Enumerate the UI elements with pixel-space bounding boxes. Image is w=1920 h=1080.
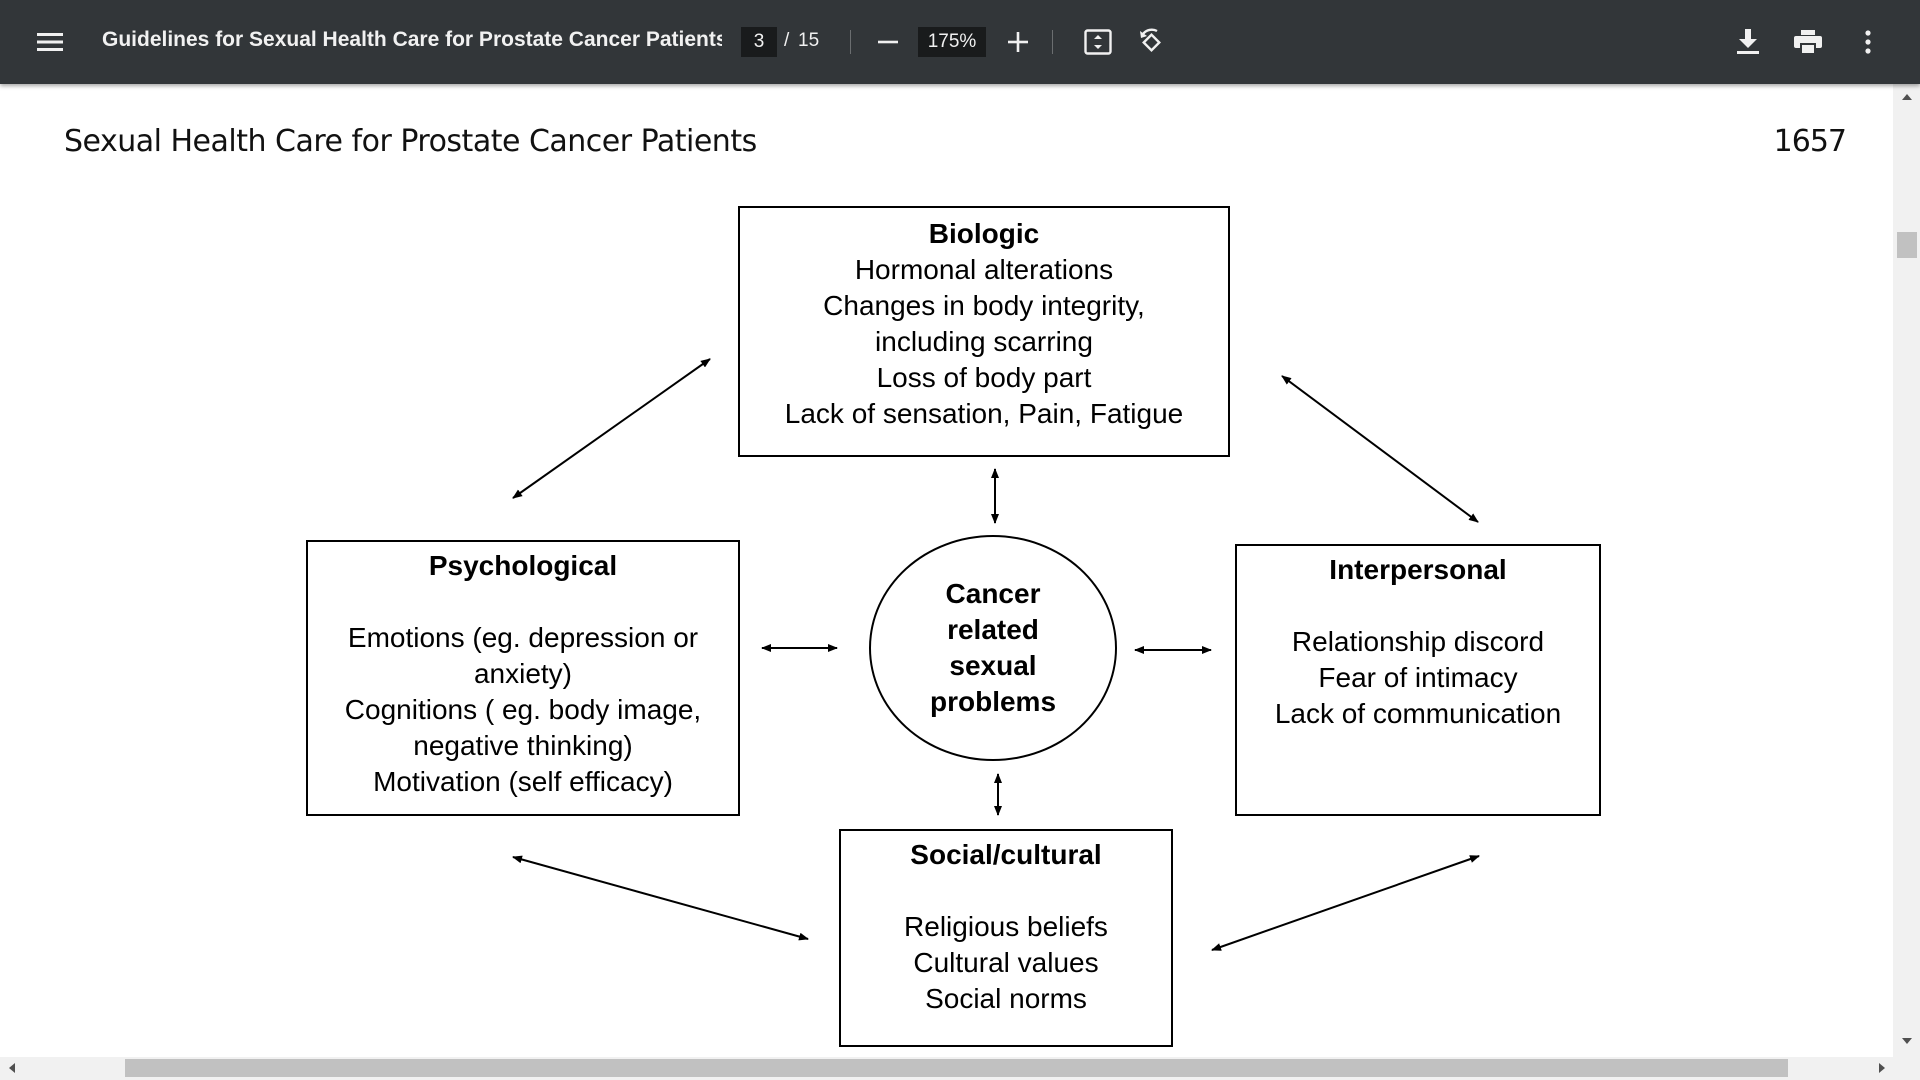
- download-icon[interactable]: [1726, 20, 1770, 64]
- scroll-right-arrow-icon[interactable]: [1872, 1059, 1892, 1077]
- more-vert-icon[interactable]: [1846, 20, 1890, 64]
- interpersonal-line: Lack of communication: [1274, 698, 1562, 729]
- social-line: Social norms: [925, 983, 1087, 1014]
- center-line: problems: [929, 686, 1057, 717]
- menu-icon[interactable]: [28, 20, 72, 64]
- center-line: Cancer: [945, 578, 1041, 609]
- toolbar-divider: [850, 30, 851, 54]
- scroll-up-arrow-icon[interactable]: [1897, 88, 1917, 106]
- arrow-psych-social: [512, 855, 809, 941]
- social-heading: Social/cultural: [910, 839, 1102, 870]
- interpersonal-line: Relationship discord: [1291, 626, 1545, 657]
- arrow-social-inter: [1211, 855, 1480, 951]
- arrow-biologic-inter: [1281, 375, 1479, 523]
- biologic-line: Hormonal alterations: [854, 254, 1114, 285]
- scroll-down-arrow-icon[interactable]: [1897, 1032, 1917, 1050]
- biologic-line: including scarring: [875, 326, 1093, 357]
- page-separator: /: [784, 30, 790, 51]
- social-line: Cultural values: [913, 947, 1099, 978]
- center-line: related: [947, 614, 1039, 645]
- social-line: Religious beliefs: [904, 911, 1108, 942]
- center-line: sexual: [949, 650, 1037, 681]
- social-cultural-box: Social/cultural Religious beliefs Cultur…: [839, 829, 1173, 1047]
- document-title: Guidelines for Sexual Health Care for Pr…: [102, 28, 722, 51]
- psychological-box: Psychological Emotions (eg. depression o…: [306, 540, 740, 816]
- rotate-icon[interactable]: [1129, 20, 1173, 64]
- page-number-input[interactable]: [741, 27, 777, 57]
- interpersonal-heading: Interpersonal: [1329, 554, 1507, 585]
- biologic-line: Loss of body part: [876, 362, 1092, 393]
- biologic-heading: Biologic: [928, 218, 1040, 249]
- biologic-box: Biologic Hormonal alterations Changes in…: [738, 206, 1230, 457]
- biologic-line: Changes in body integrity,: [823, 290, 1145, 321]
- psychological-line: negative thinking): [413, 730, 633, 761]
- center-circle: Cancer related sexual problems: [869, 535, 1117, 761]
- interpersonal-line: Fear of intimacy: [1318, 662, 1518, 693]
- print-icon[interactable]: [1786, 20, 1830, 64]
- horizontal-scrollbar-thumb[interactable]: [125, 1059, 1788, 1077]
- fit-page-icon[interactable]: [1076, 20, 1120, 64]
- total-pages: 15: [798, 30, 820, 51]
- vertical-scrollbar-thumb[interactable]: [1897, 232, 1917, 258]
- psychological-heading: Psychological: [428, 550, 618, 581]
- zoom-out-icon[interactable]: [866, 20, 910, 64]
- biologic-line: Lack of sensation, Pain, Fatigue: [784, 398, 1184, 429]
- vertical-scrollbar[interactable]: [1893, 84, 1920, 1057]
- zoom-input[interactable]: [918, 27, 986, 57]
- psychological-line: Motivation (self efficacy): [373, 766, 673, 797]
- psychological-line: anxiety): [473, 658, 573, 689]
- scroll-left-arrow-icon[interactable]: [2, 1059, 22, 1077]
- page-running-title: Sexual Health Care for Prostate Cancer P…: [64, 124, 757, 159]
- page-number: 1657: [1773, 124, 1847, 159]
- zoom-in-icon[interactable]: [996, 20, 1040, 64]
- psychological-line: Cognitions ( eg. body image,: [344, 694, 702, 725]
- pdf-toolbar: Guidelines for Sexual Health Care for Pr…: [0, 0, 1920, 84]
- toolbar-divider: [1052, 30, 1053, 54]
- interpersonal-box: Interpersonal Relationship discord Fear …: [1235, 544, 1601, 816]
- psychological-line: Emotions (eg. depression or: [347, 622, 699, 653]
- arrow-psych-biologic: [512, 358, 711, 499]
